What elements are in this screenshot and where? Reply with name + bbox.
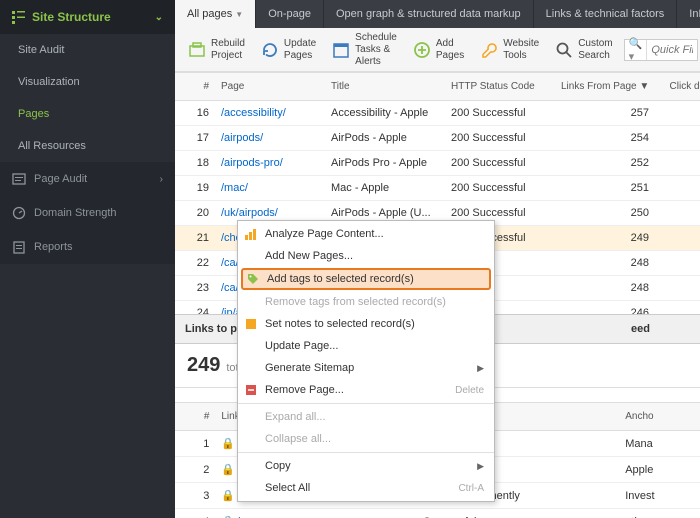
blank-icon <box>244 339 258 353</box>
sidebar-item-pages[interactable]: Pages <box>0 98 175 130</box>
blank-icon <box>244 410 258 424</box>
sidebar: Site Structure ⌄ Site AuditVisualization… <box>0 0 175 518</box>
lock-icon: 🔒 <box>221 464 235 476</box>
update-pages-button[interactable]: Update Pages <box>256 35 321 65</box>
menu-item-select-all[interactable]: Select AllCtrl-A <box>238 477 494 499</box>
sidebar-item-visualization[interactable]: Visualization <box>0 66 175 98</box>
sidebar-item-all-resources[interactable]: All Resources <box>0 130 175 162</box>
sub-col-num[interactable]: # <box>175 403 215 431</box>
menu-separator <box>238 403 494 404</box>
menu-shortcut: Ctrl-A <box>458 483 484 494</box>
menu-item-remove-page[interactable]: Remove Page...Delete <box>238 379 494 401</box>
search-small-icon: 🔍▾ <box>625 40 648 60</box>
chevron-right-icon: › <box>160 174 163 185</box>
plus-circle-icon <box>413 41 431 59</box>
table-row[interactable]: 19/mac/Mac - Apple200 Successful2511 <box>175 176 700 201</box>
quick-filter-input[interactable] <box>647 41 697 59</box>
sidebar-header-label: Site Structure <box>32 10 111 24</box>
menu-separator <box>238 452 494 453</box>
rebuild-icon <box>188 41 206 59</box>
table-row[interactable]: 18/airpods-pro/AirPods Pro - Apple200 Su… <box>175 151 700 176</box>
menu-item-set-notes-to-selected-record-s[interactable]: Set notes to selected record(s) <box>238 313 494 335</box>
tab-on-page[interactable]: On-page <box>256 0 324 28</box>
col-page[interactable]: Page <box>215 73 325 101</box>
custom-search-button[interactable]: Custom Search <box>550 35 617 65</box>
lock-icon: 🔒 <box>221 438 235 450</box>
links-count-value: 249 <box>187 354 220 377</box>
col-title[interactable]: Title <box>325 73 445 101</box>
group-icon <box>12 172 26 186</box>
toolbar: Rebuild Project Update Pages Schedule Ta… <box>175 28 700 72</box>
col-num[interactable]: # <box>175 73 215 101</box>
tab-links-technical-factors[interactable]: Links & technical factors <box>534 0 678 28</box>
page-link[interactable]: /accessibility/ <box>221 107 286 119</box>
tab-inlink-rank[interactable]: InLink Rank <box>677 0 700 28</box>
blank-icon <box>244 295 258 309</box>
chevron-right-icon: ▶ <box>477 363 484 374</box>
blank-icon <box>244 481 258 495</box>
table-row[interactable]: 4🔒inveSuccessfulother <box>175 509 700 518</box>
menu-item-expand-all: Expand all... <box>238 406 494 428</box>
context-menu: Analyze Page Content...Add New Pages...A… <box>237 220 495 502</box>
col-depth[interactable]: Click depth <box>655 73 700 101</box>
sidebar-group-reports[interactable]: Reports <box>0 230 175 264</box>
menu-item-generate-sitemap[interactable]: Generate Sitemap▶ <box>238 357 494 379</box>
sidebar-group-page-audit[interactable]: Page Audit› <box>0 162 175 196</box>
structure-icon <box>12 10 26 24</box>
menu-item-add-new-pages[interactable]: Add New Pages... <box>238 245 494 267</box>
website-tools-button[interactable]: Website Tools <box>475 35 544 65</box>
wrench-icon <box>480 41 498 59</box>
schedule-tasks-button[interactable]: Schedule Tasks & Alerts <box>327 29 402 71</box>
blank-icon <box>244 249 258 263</box>
table-row[interactable]: 16/accessibility/Accessibility - Apple20… <box>175 101 700 126</box>
menu-item-analyze-page-content[interactable]: Analyze Page Content... <box>238 223 494 245</box>
calendar-icon <box>332 41 350 59</box>
rebuild-project-button[interactable]: Rebuild Project <box>183 35 250 65</box>
tab-open-graph-structured-data-markup[interactable]: Open graph & structured data markup <box>324 0 534 28</box>
search-icon <box>555 41 573 59</box>
chevron-right-icon: ▶ <box>477 461 484 472</box>
sidebar-item-site-audit[interactable]: Site Audit <box>0 34 175 66</box>
page-link[interactable]: /airpods/ <box>221 132 263 144</box>
sidebar-header-site-structure[interactable]: Site Structure ⌄ <box>0 0 175 34</box>
add-pages-button[interactable]: Add Pages <box>408 35 469 65</box>
blank-icon <box>244 432 258 446</box>
blank-icon <box>244 361 258 375</box>
tab-all-pages[interactable]: All pages▼ <box>175 0 256 28</box>
remove-icon <box>244 383 258 397</box>
note-icon <box>244 317 258 331</box>
menu-item-add-tags-to-selected-record-s[interactable]: Add tags to selected record(s) <box>241 268 491 290</box>
menu-shortcut: Delete <box>455 385 484 396</box>
refresh-icon <box>261 41 279 59</box>
table-row[interactable]: 17/airpods/AirPods - Apple200 Successful… <box>175 126 700 151</box>
main-tabs: All pages▼On-pageOpen graph & structured… <box>175 0 700 28</box>
menu-item-collapse-all: Collapse all... <box>238 428 494 450</box>
sidebar-group-domain-strength[interactable]: Domain Strength <box>0 196 175 230</box>
page-link[interactable]: /mac/ <box>221 182 248 194</box>
col-links[interactable]: Links From Page ▼ <box>555 73 655 101</box>
col-status[interactable]: HTTP Status Code <box>445 73 555 101</box>
menu-item-copy[interactable]: Copy▶ <box>238 455 494 477</box>
bars-icon <box>244 227 258 241</box>
group-icon <box>12 206 26 220</box>
blank-icon <box>244 459 258 473</box>
page-link[interactable]: /uk/airpods/ <box>221 207 278 219</box>
menu-item-update-page[interactable]: Update Page... <box>238 335 494 357</box>
quick-filter[interactable]: 🔍▾ <box>624 39 699 61</box>
menu-item-remove-tags-from-selected-record-s: Remove tags from selected record(s) <box>238 291 494 313</box>
group-icon <box>12 240 26 254</box>
lock-icon: 🔒 <box>221 490 235 502</box>
tag-icon <box>246 272 260 286</box>
sub-col-anchor[interactable]: Ancho <box>619 403 700 431</box>
page-link[interactable]: /airpods-pro/ <box>221 157 283 169</box>
chevron-down-icon: ⌄ <box>155 12 163 23</box>
